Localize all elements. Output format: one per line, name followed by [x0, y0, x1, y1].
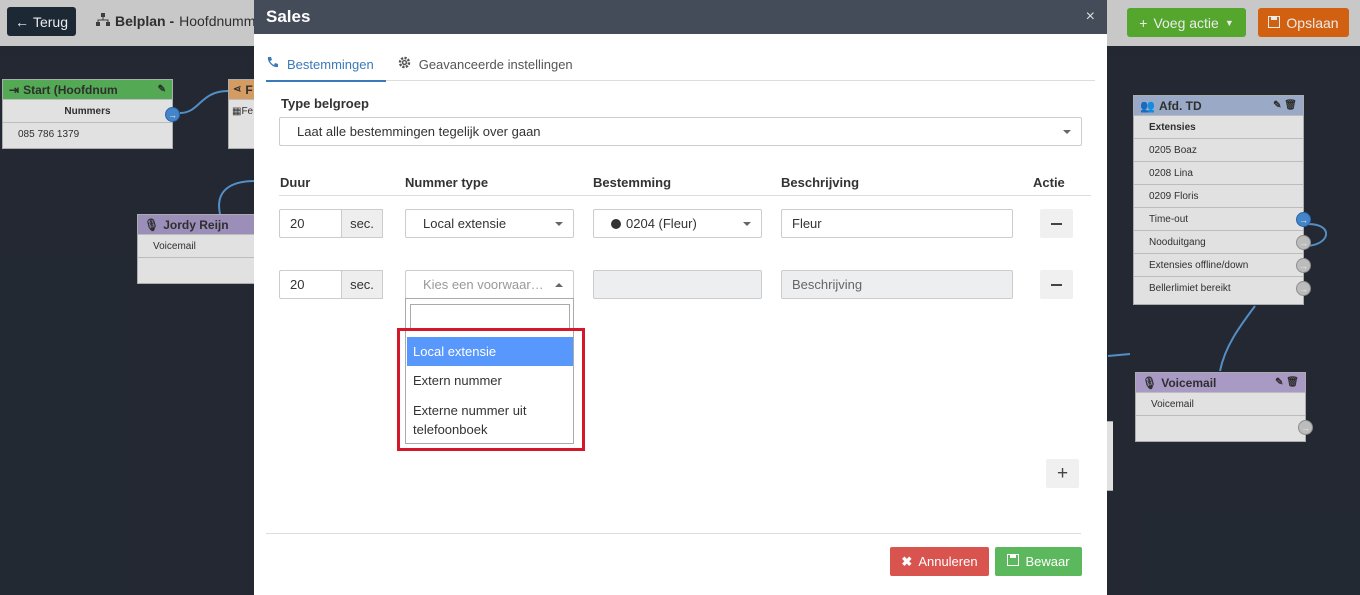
caret-down-icon	[1063, 130, 1071, 134]
duration-value: 20	[290, 277, 305, 292]
destination-select[interactable]: 0204 (Fleur)	[593, 209, 762, 238]
col-actie: Actie	[1033, 175, 1065, 190]
description-placeholder: Beschrijving	[792, 277, 863, 292]
tab-bestemmingen[interactable]: Bestemmingen	[266, 48, 386, 82]
number-type-placeholder: Kies een voorwaar…	[423, 277, 544, 292]
type-belgroep-label: Type belgroep	[281, 96, 369, 111]
col-bestemming: Bestemming	[593, 175, 672, 190]
tab-geavanceerde-instellingen[interactable]: Geavanceerde instellingen	[398, 48, 585, 80]
description-input[interactable]: Fleur	[781, 209, 1013, 238]
type-belgroep-value: Laat alle bestemmingen tegelijk over gaa…	[297, 124, 541, 139]
dropdown-search-input[interactable]	[410, 304, 570, 330]
modal-tabs: Bestemmingen Geavanceerde instellingen	[266, 48, 1095, 82]
minus-icon	[1051, 222, 1062, 225]
modal-title: Sales	[266, 7, 311, 26]
minus-icon	[1051, 283, 1062, 286]
save-label: Bewaar	[1025, 554, 1070, 569]
destination-select-disabled	[593, 270, 762, 299]
save-button[interactable]: Bewaar	[995, 547, 1082, 576]
col-nummer-type: Nummer type	[405, 175, 489, 190]
description-input-disabled: Beschrijving	[781, 270, 1013, 299]
close-icon[interactable]: ×	[1086, 8, 1095, 26]
number-type-select-open[interactable]: Kies een voorwaar…	[405, 270, 574, 299]
col-beschrijving: Beschrijving	[781, 175, 860, 190]
type-belgroep-select[interactable]: Laat alle bestemmingen tegelijk over gaa…	[279, 117, 1082, 146]
caret-down-icon	[555, 222, 563, 226]
add-row-button[interactable]: +	[1046, 459, 1079, 488]
modal-header: Sales ×	[254, 0, 1107, 34]
description-value: Fleur	[792, 216, 822, 231]
caret-up-icon	[555, 283, 563, 287]
gear-icon	[398, 56, 411, 72]
tab-geavanceerde-label: Geavanceerde instellingen	[418, 56, 573, 72]
caret-down-icon	[743, 222, 751, 226]
phone-icon	[266, 56, 279, 72]
remove-row-button[interactable]	[1040, 209, 1073, 238]
plus-icon: +	[1056, 462, 1069, 484]
footer-divider	[266, 533, 1081, 534]
seconds-addon: sec.	[341, 270, 383, 299]
number-type-select[interactable]: Local extensie	[405, 209, 574, 238]
number-type-value: Local extensie	[423, 216, 507, 231]
header-divider	[279, 195, 1091, 196]
floppy-icon	[1007, 554, 1020, 569]
close-icon: ✖	[901, 553, 913, 569]
duration-value: 20	[290, 216, 305, 231]
remove-row-button[interactable]	[1040, 270, 1073, 299]
col-duur: Duur	[280, 175, 311, 190]
seconds-addon: sec.	[341, 209, 383, 238]
duration-input[interactable]: 20	[279, 270, 342, 299]
highlight-box	[397, 328, 585, 451]
destination-value: 0204 (Fleur)	[626, 216, 697, 231]
cancel-button[interactable]: ✖ Annuleren	[890, 547, 989, 576]
duration-input[interactable]: 20	[279, 209, 342, 238]
cancel-label: Annuleren	[918, 554, 978, 569]
status-dot-icon	[611, 218, 621, 229]
tab-bestemmingen-label: Bestemmingen	[287, 56, 374, 72]
